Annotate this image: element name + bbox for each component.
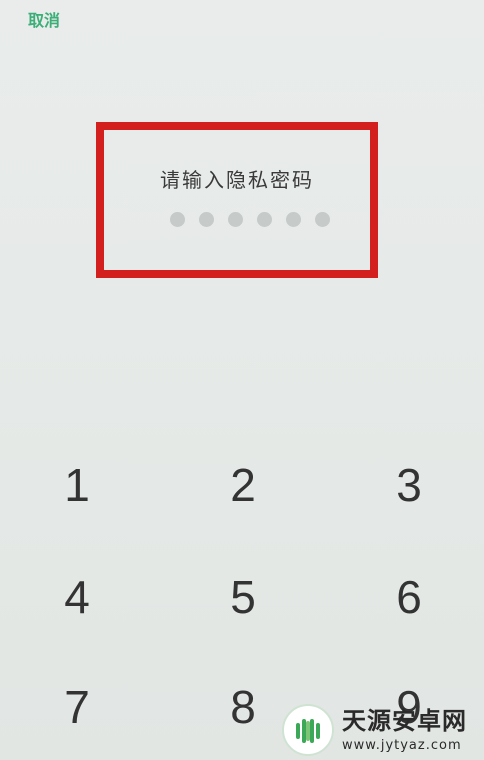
key-2[interactable]: 2 xyxy=(198,440,288,530)
key-7[interactable]: 7 xyxy=(32,662,122,752)
key-8[interactable]: 8 xyxy=(198,662,288,752)
android-logo-icon xyxy=(282,704,334,756)
watermark-title: 天源安卓网 xyxy=(342,706,467,735)
highlight-box: 请输入隐私密码 xyxy=(96,122,378,278)
key-5[interactable]: 5 xyxy=(198,552,288,642)
password-dot xyxy=(170,212,185,227)
password-dots xyxy=(170,212,330,227)
password-dot xyxy=(286,212,301,227)
password-dot xyxy=(228,212,243,227)
watermark-url: www.jytyaz.com xyxy=(342,737,462,753)
key-3[interactable]: 3 xyxy=(364,440,454,530)
key-6[interactable]: 6 xyxy=(364,552,454,642)
site-watermark: 天源安卓网 www.jytyaz.com xyxy=(282,700,482,760)
password-dot xyxy=(315,212,330,227)
key-1[interactable]: 1 xyxy=(32,440,122,530)
password-prompt: 请输入隐私密码 xyxy=(160,168,314,192)
password-dot xyxy=(199,212,214,227)
password-dot xyxy=(257,212,272,227)
cancel-button[interactable]: 取消 xyxy=(28,10,60,32)
key-4[interactable]: 4 xyxy=(32,552,122,642)
